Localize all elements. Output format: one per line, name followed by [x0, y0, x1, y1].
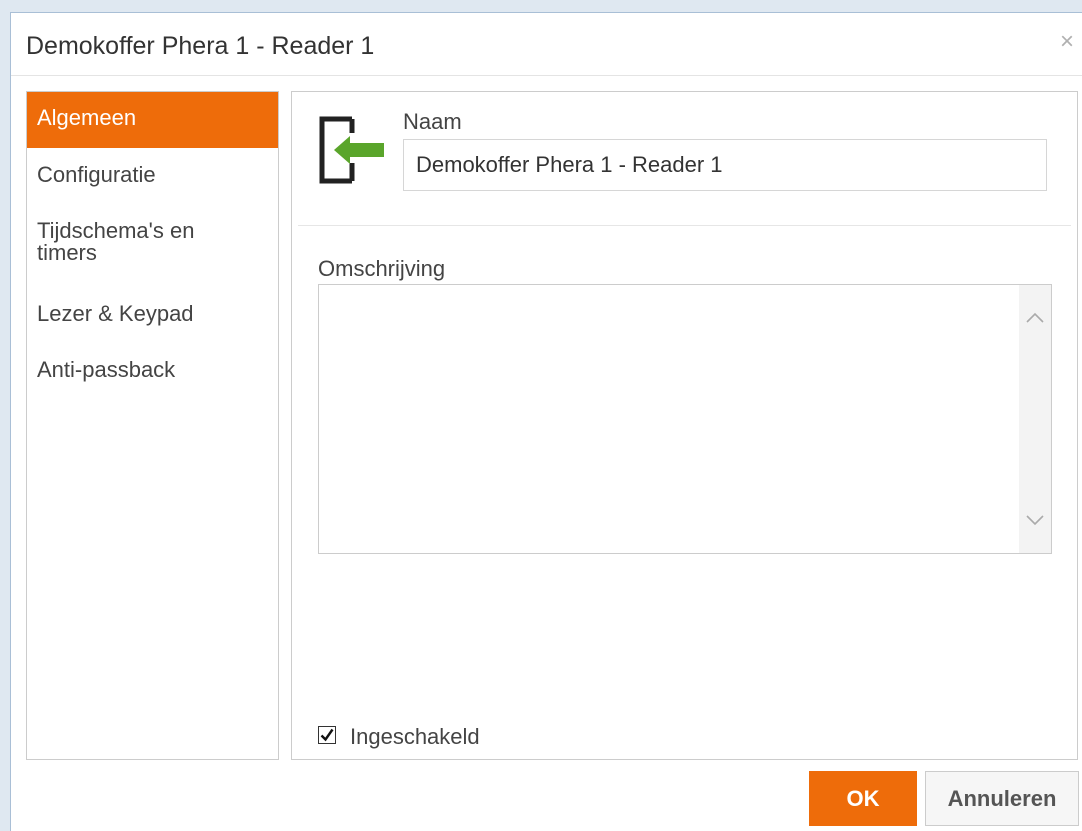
enabled-label: Ingeschakeld	[350, 724, 480, 749]
description-label: Omschrijving	[318, 256, 446, 281]
sidebar-item-anti-passback[interactable]: Anti-passback	[27, 359, 278, 381]
enabled-checkbox[interactable]	[318, 726, 336, 744]
description-scrollbar[interactable]	[1019, 285, 1051, 553]
sidebar-item-tijdschemas[interactable]: Tijdschema's en timers	[27, 220, 237, 264]
description-field	[318, 284, 1052, 554]
title-bar: Demokoffer Phera 1 - Reader 1 ×	[11, 13, 1082, 76]
chevron-down-icon[interactable]	[1024, 509, 1046, 531]
sidebar-item-configuratie[interactable]: Configuratie	[27, 164, 278, 186]
ok-button[interactable]: OK	[809, 771, 917, 826]
sidebar-nav: Algemeen Configuratie Tijdschema's en ti…	[26, 91, 279, 760]
sidebar-item-lezer-keypad[interactable]: Lezer & Keypad	[27, 303, 278, 325]
name-label: Naam	[403, 109, 462, 134]
name-input[interactable]	[403, 139, 1047, 191]
cancel-button[interactable]: Annuleren	[925, 771, 1079, 826]
reader-entry-icon	[318, 115, 388, 185]
close-icon[interactable]: ×	[1060, 30, 1074, 54]
general-panel: Naam Omschrijving	[291, 91, 1078, 760]
dialog-title: Demokoffer Phera 1 - Reader 1	[26, 32, 375, 60]
sidebar-item-algemeen[interactable]: Algemeen	[27, 92, 278, 148]
divider	[298, 225, 1071, 226]
chevron-up-icon[interactable]	[1024, 307, 1046, 329]
checkmark-icon	[320, 728, 334, 742]
description-textarea[interactable]	[319, 285, 1019, 553]
dialog: Demokoffer Phera 1 - Reader 1 × Algemeen…	[10, 12, 1082, 831]
